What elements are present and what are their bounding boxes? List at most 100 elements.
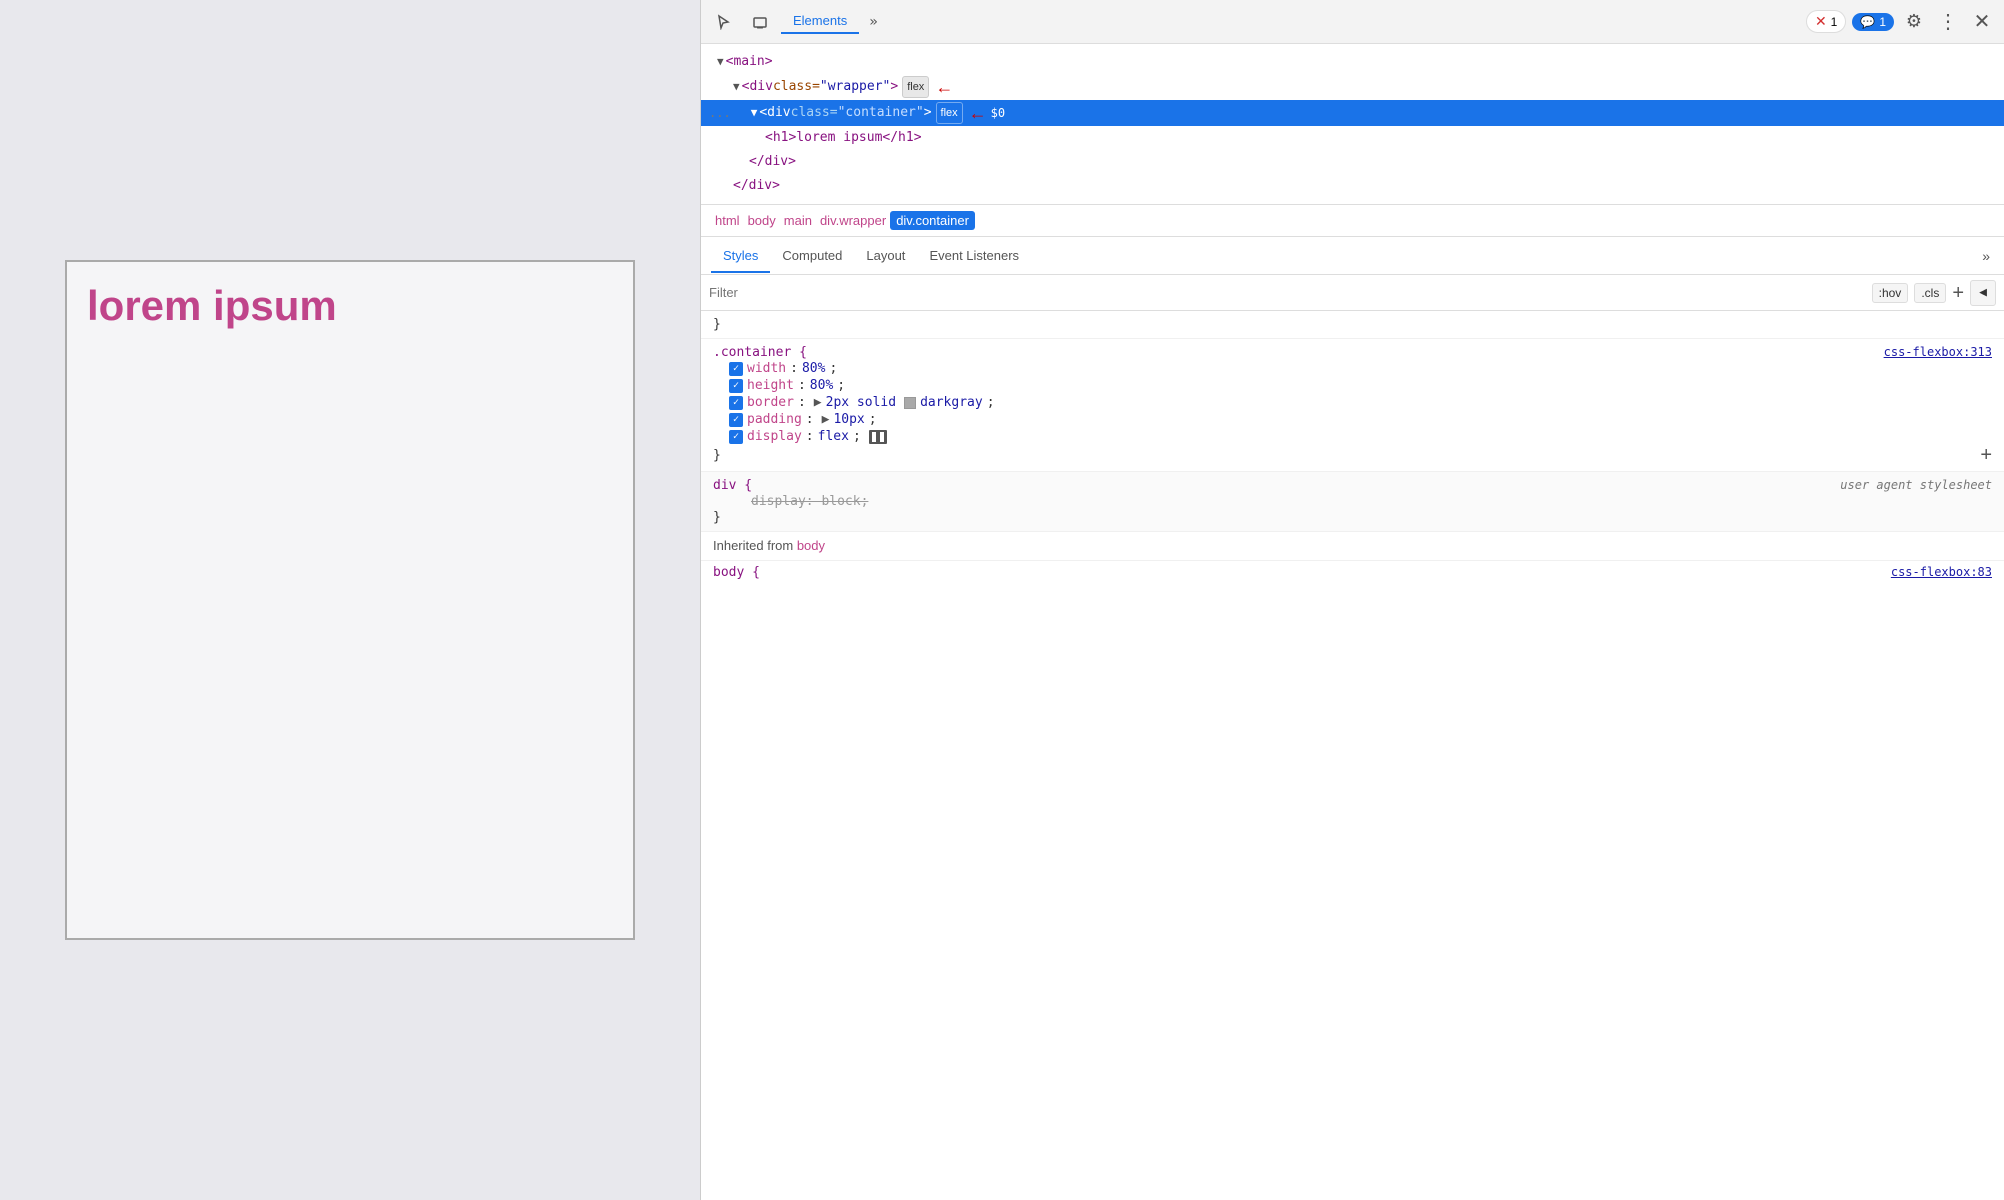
inherited-body-link[interactable]: body bbox=[797, 538, 825, 553]
wrapper-flex-badge[interactable]: flex bbox=[902, 76, 929, 98]
border-prop-name[interactable]: border bbox=[747, 395, 794, 410]
device-toggle-button[interactable] bbox=[745, 7, 775, 37]
inspector-icon-button[interactable]: ◀ bbox=[1970, 280, 1996, 306]
wrapper-class-attr: class= bbox=[773, 77, 820, 97]
border-prop-value[interactable]: 2px solid bbox=[826, 395, 896, 410]
container-close: > bbox=[924, 103, 932, 123]
wrapper-tag: <div bbox=[742, 77, 773, 97]
css-display-line: display : flex ; bbox=[713, 428, 1992, 445]
border-color-value[interactable]: darkgray bbox=[920, 395, 983, 410]
padding-prop-value[interactable]: 10px bbox=[833, 412, 864, 427]
filter-bar: :hov .cls + ◀ bbox=[701, 275, 2004, 311]
browser-viewport: lorem ipsum bbox=[0, 0, 700, 1200]
close-devtools-button[interactable]: ✕ bbox=[1968, 8, 1996, 36]
more-tabs-chevron[interactable]: » bbox=[865, 10, 881, 34]
container-selector-line: .container { css-flexbox:313 bbox=[713, 345, 1992, 360]
error-badge[interactable]: ✕ 1 bbox=[1806, 10, 1846, 33]
border-checkbox[interactable] bbox=[729, 396, 743, 410]
display-prop-name[interactable]: display bbox=[747, 429, 802, 444]
wrapper-class-value: "wrapper" bbox=[820, 77, 890, 97]
cls-button[interactable]: .cls bbox=[1914, 283, 1946, 303]
ua-label: user agent stylesheet bbox=[1840, 478, 1992, 492]
styles-panel: Styles Computed Layout Event Listeners »… bbox=[701, 237, 2004, 1200]
message-count: 1 bbox=[1879, 15, 1886, 29]
inherited-label: Inherited from bbox=[713, 538, 797, 553]
more-style-tabs[interactable]: » bbox=[1978, 244, 1994, 268]
css-border-line: border : ▶ 2px solid darkgray ; bbox=[713, 394, 1992, 411]
body-selector-line: body { css-flexbox:83 bbox=[713, 565, 1992, 580]
demo-heading: lorem ipsum bbox=[87, 282, 337, 918]
css-padding-line: padding : ▶ 10px ; bbox=[713, 411, 1992, 428]
error-icon: ✕ bbox=[1815, 13, 1827, 30]
ua-selector[interactable]: div { bbox=[713, 478, 752, 493]
breadcrumb-html[interactable]: html bbox=[711, 211, 744, 230]
container-arrow: ← bbox=[969, 103, 987, 123]
css-rules: } .container { css-flexbox:313 width : 8… bbox=[701, 311, 2004, 1200]
tab-layout[interactable]: Layout bbox=[854, 240, 917, 273]
dom-line-div-close2[interactable]: </div> bbox=[701, 174, 2004, 198]
dom-line-h1[interactable]: <h1>lorem ipsum</h1> bbox=[701, 126, 2004, 150]
more-options-button[interactable]: ⋮ bbox=[1934, 8, 1962, 36]
error-count: 1 bbox=[1831, 15, 1838, 29]
main-tag: <main> bbox=[726, 52, 773, 72]
darkgray-swatch[interactable] bbox=[904, 397, 916, 409]
tab-styles[interactable]: Styles bbox=[711, 240, 770, 273]
dom-line-main[interactable]: ▼ <main> bbox=[701, 50, 2004, 74]
settings-button[interactable]: ⚙ bbox=[1900, 8, 1928, 36]
triangle-container: ▼ bbox=[751, 103, 758, 123]
breadcrumb-div-wrapper[interactable]: div.wrapper bbox=[816, 211, 890, 230]
breadcrumb-div-container[interactable]: div.container bbox=[890, 211, 975, 230]
tab-computed[interactable]: Computed bbox=[770, 240, 854, 273]
devtools-toolbar: Elements » ✕ 1 💬 1 ⚙ ⋮ ✕ bbox=[701, 0, 2004, 44]
div-close-tag1: </div> bbox=[749, 152, 796, 172]
breadcrumb-main[interactable]: main bbox=[780, 211, 816, 230]
border-triangle[interactable]: ▶ bbox=[814, 395, 822, 410]
container-source[interactable]: css-flexbox:313 bbox=[1884, 345, 1992, 359]
padding-triangle[interactable]: ▶ bbox=[822, 412, 830, 427]
height-checkbox[interactable] bbox=[729, 379, 743, 393]
breadcrumb-body[interactable]: body bbox=[744, 211, 780, 230]
dom-line-wrapper[interactable]: ▼ <div class="wrapper"> flex ← bbox=[701, 74, 2004, 100]
devtools-panel: Elements » ✕ 1 💬 1 ⚙ ⋮ ✕ ▼ <main> ▼ <div… bbox=[700, 0, 2004, 1200]
inspect-button[interactable] bbox=[709, 7, 739, 37]
add-property-button[interactable]: + bbox=[1980, 445, 1992, 465]
width-prop-name[interactable]: width bbox=[747, 361, 786, 376]
body-source[interactable]: css-flexbox:83 bbox=[1891, 565, 1992, 579]
dollar-zero: $0 bbox=[991, 103, 1005, 123]
container-class-value: "container" bbox=[838, 103, 924, 123]
width-prop-value[interactable]: 80% bbox=[802, 361, 825, 376]
dom-line-container[interactable]: ... ▼ <div class="container"> flex ← $0 bbox=[701, 100, 2004, 126]
hov-button[interactable]: :hov bbox=[1872, 283, 1909, 303]
container-tag: <div bbox=[759, 103, 790, 123]
dom-line-div-close1[interactable]: </div> bbox=[701, 150, 2004, 174]
styles-tabs: Styles Computed Layout Event Listeners » bbox=[701, 237, 2004, 275]
padding-colon: : bbox=[806, 412, 814, 427]
message-badge[interactable]: 💬 1 bbox=[1852, 13, 1894, 31]
display-checkbox[interactable] bbox=[729, 430, 743, 444]
height-prop-name[interactable]: height bbox=[747, 378, 794, 393]
rule-close-line: } + bbox=[713, 445, 1992, 465]
padding-semi: ; bbox=[869, 412, 877, 427]
filter-input[interactable] bbox=[709, 285, 1866, 300]
partial-rule: } bbox=[701, 311, 2004, 339]
container-selector[interactable]: .container { bbox=[713, 345, 807, 360]
display-prop-value[interactable]: flex bbox=[818, 429, 849, 444]
demo-container: lorem ipsum bbox=[65, 260, 635, 940]
tab-event-listeners[interactable]: Event Listeners bbox=[917, 240, 1031, 273]
add-rule-button[interactable]: + bbox=[1952, 283, 1964, 303]
ua-display-prop: display: block; bbox=[751, 494, 868, 509]
triangle-main: ▼ bbox=[717, 52, 724, 72]
user-agent-rule-block: div { user agent stylesheet display: blo… bbox=[701, 472, 2004, 532]
width-checkbox[interactable] bbox=[729, 362, 743, 376]
inherited-section: Inherited from body bbox=[701, 532, 2004, 561]
body-selector[interactable]: body { bbox=[713, 565, 760, 580]
ua-selector-line: div { user agent stylesheet bbox=[713, 478, 1992, 493]
flex-layout-icon[interactable] bbox=[869, 430, 887, 444]
padding-prop-name[interactable]: padding bbox=[747, 412, 802, 427]
breadcrumb: html body main div.wrapper div.container bbox=[701, 205, 2004, 237]
elements-tab[interactable]: Elements bbox=[781, 9, 859, 34]
wrapper-close: > bbox=[890, 77, 898, 97]
height-prop-value[interactable]: 80% bbox=[810, 378, 833, 393]
padding-checkbox[interactable] bbox=[729, 413, 743, 427]
container-flex-badge[interactable]: flex bbox=[936, 102, 963, 124]
